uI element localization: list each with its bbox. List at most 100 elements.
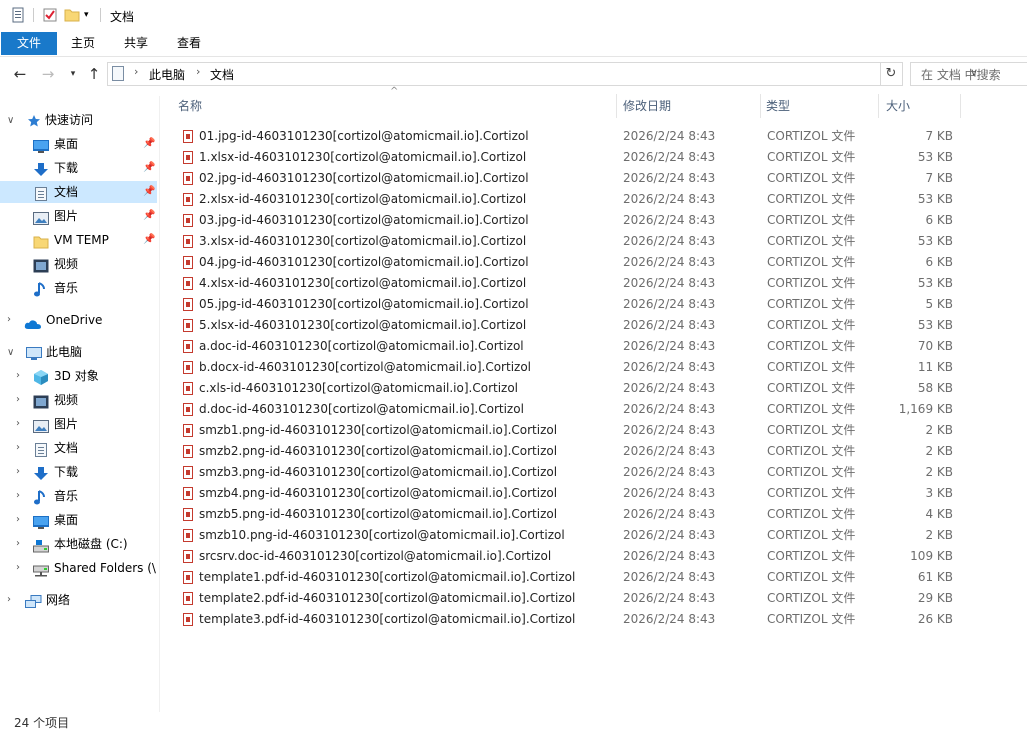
up-arrow-icon[interactable]: ↑: [84, 62, 104, 86]
nav-item-downloads[interactable]: 下载 📌: [0, 157, 157, 179]
file-row[interactable]: smzb1.png-id-4603101230[cortizol@atomicm…: [170, 420, 970, 441]
file-name: 2.xlsx-id-4603101230[cortizol@atomicmail…: [199, 192, 527, 206]
nav-item-documents[interactable]: 文档 📌: [0, 181, 157, 203]
file-row[interactable]: 05.jpg-id-4603101230[cortizol@atomicmail…: [170, 294, 970, 315]
file-row[interactable]: smzb4.png-id-4603101230[cortizol@atomicm…: [170, 483, 970, 504]
file-name: 4.xlsx-id-4603101230[cortizol@atomicmail…: [199, 276, 527, 290]
file-row[interactable]: smzb3.png-id-4603101230[cortizol@atomicm…: [170, 462, 970, 483]
file-row[interactable]: 2.xlsx-id-4603101230[cortizol@atomicmail…: [170, 189, 970, 210]
tab-share[interactable]: 共享: [116, 32, 156, 55]
nav-item-downloads-pc[interactable]: › 下载: [0, 461, 157, 483]
tab-file[interactable]: 文件: [1, 32, 57, 55]
pane-divider[interactable]: [159, 96, 160, 712]
nav-item-music-pc[interactable]: › 音乐: [0, 485, 157, 507]
file-type: CORTIZOL 文件: [767, 297, 856, 311]
nav-item-pictures-pc[interactable]: › 图片: [0, 413, 157, 435]
nav-item-local-disk[interactable]: › 本地磁盘 (C:): [0, 533, 157, 555]
file-row[interactable]: template3.pdf-id-4603101230[cortizol@ato…: [170, 609, 970, 630]
column-header-size[interactable]: 大小: [886, 94, 910, 118]
refresh-icon[interactable]: ↻: [880, 62, 903, 86]
file-name: d.doc-id-4603101230[cortizol@atomicmail.…: [199, 402, 524, 416]
search-input[interactable]: 在 文档 中搜索: [910, 62, 1027, 86]
recent-locations-icon[interactable]: ▾: [63, 62, 83, 86]
file-row[interactable]: 01.jpg-id-4603101230[cortizol@atomicmail…: [170, 126, 970, 147]
nav-item-videos-pc[interactable]: › 视频: [0, 389, 157, 411]
breadcrumb-documents[interactable]: 文档: [210, 66, 234, 83]
quick-access-dropdown-icon[interactable]: ▾: [84, 7, 100, 23]
column-divider[interactable]: [960, 94, 961, 118]
column-header-type[interactable]: 类型: [766, 94, 790, 118]
chevron-right-icon[interactable]: ›: [7, 309, 11, 331]
back-arrow-icon[interactable]: ←: [10, 62, 30, 86]
file-row[interactable]: 5.xlsx-id-4603101230[cortizol@atomicmail…: [170, 315, 970, 336]
tab-view[interactable]: 查看: [169, 32, 209, 55]
chevron-right-icon[interactable]: ›: [16, 533, 20, 555]
chevron-right-icon[interactable]: ›: [16, 389, 20, 411]
address-bar[interactable]: › 此电脑 › 文档 ∨: [107, 62, 978, 86]
tab-home[interactable]: 主页: [63, 32, 103, 55]
column-divider[interactable]: [760, 94, 761, 118]
nav-onedrive[interactable]: › OneDrive: [0, 309, 157, 331]
file-row[interactable]: a.doc-id-4603101230[cortizol@atomicmail.…: [170, 336, 970, 357]
properties-icon[interactable]: [10, 7, 26, 23]
column-divider[interactable]: [878, 94, 879, 118]
nav-item-documents-pc[interactable]: › 文档: [0, 437, 157, 459]
nav-quick-access[interactable]: ∨ 快速访问: [0, 109, 157, 131]
file-size: 61 KB: [917, 570, 953, 584]
file-row[interactable]: template2.pdf-id-4603101230[cortizol@ato…: [170, 588, 970, 609]
forward-arrow-icon[interactable]: →: [38, 62, 58, 86]
file-row[interactable]: 3.xlsx-id-4603101230[cortizol@atomicmail…: [170, 231, 970, 252]
file-row[interactable]: 02.jpg-id-4603101230[cortizol@atomicmail…: [170, 168, 970, 189]
pin-icon[interactable]: 📌: [143, 181, 155, 203]
chevron-right-icon[interactable]: ›: [16, 365, 20, 387]
chevron-right-icon[interactable]: ›: [16, 509, 20, 531]
file-type: CORTIZOL 文件: [767, 150, 856, 164]
nav-item-vm-temp[interactable]: VM TEMP 📌: [0, 229, 157, 251]
file-row[interactable]: 1.xlsx-id-4603101230[cortizol@atomicmail…: [170, 147, 970, 168]
breadcrumb-this-pc[interactable]: 此电脑: [149, 66, 185, 83]
checkmark-icon[interactable]: [42, 7, 58, 23]
file-row[interactable]: smzb10.png-id-4603101230[cortizol@atomic…: [170, 525, 970, 546]
chevron-right-icon[interactable]: ›: [16, 437, 20, 459]
column-header-date[interactable]: 修改日期: [623, 94, 671, 118]
nav-this-pc[interactable]: ∨ 此电脑: [0, 341, 157, 363]
nav-item-shared-folders[interactable]: › Shared Folders (\: [0, 557, 157, 579]
file-row[interactable]: b.docx-id-4603101230[cortizol@atomicmail…: [170, 357, 970, 378]
file-row[interactable]: d.doc-id-4603101230[cortizol@atomicmail.…: [170, 399, 970, 420]
nav-item-3d-objects[interactable]: › 3D 对象: [0, 365, 157, 387]
nav-item-desktop[interactable]: 桌面 📌: [0, 133, 157, 155]
chevron-right-icon[interactable]: ›: [196, 65, 200, 78]
file-row[interactable]: 04.jpg-id-4603101230[cortizol@atomicmail…: [170, 252, 970, 273]
file-row[interactable]: 4.xlsx-id-4603101230[cortizol@atomicmail…: [170, 273, 970, 294]
file-size: 11 KB: [917, 360, 953, 374]
chevron-right-icon[interactable]: ›: [7, 589, 11, 611]
chevron-right-icon[interactable]: ›: [16, 557, 20, 579]
file-row[interactable]: 03.jpg-id-4603101230[cortizol@atomicmail…: [170, 210, 970, 231]
nav-item-pictures[interactable]: 图片 📌: [0, 205, 157, 227]
chevron-right-icon[interactable]: ›: [16, 485, 20, 507]
nav-network[interactable]: › 网络: [0, 589, 157, 611]
nav-label: 下载: [54, 465, 79, 479]
pin-icon[interactable]: 📌: [143, 133, 155, 155]
pin-icon[interactable]: 📌: [143, 229, 155, 251]
file-row[interactable]: c.xls-id-4603101230[cortizol@atomicmail.…: [170, 378, 970, 399]
nav-item-desktop-pc[interactable]: › 桌面: [0, 509, 157, 531]
nav-item-music[interactable]: 音乐: [0, 277, 157, 299]
new-folder-icon[interactable]: [64, 7, 80, 23]
column-header-name[interactable]: 名称: [178, 94, 202, 118]
pin-icon[interactable]: 📌: [143, 205, 155, 227]
chevron-down-icon[interactable]: ∨: [7, 342, 14, 364]
nav-item-videos[interactable]: 视频: [0, 253, 157, 275]
pin-icon[interactable]: 📌: [143, 157, 155, 179]
file-size: 53 KB: [917, 192, 953, 206]
chevron-right-icon[interactable]: ›: [16, 413, 20, 435]
column-divider[interactable]: [616, 94, 617, 118]
file-type: CORTIZOL 文件: [767, 276, 856, 290]
chevron-right-icon[interactable]: ›: [134, 65, 138, 78]
file-row[interactable]: template1.pdf-id-4603101230[cortizol@ato…: [170, 567, 970, 588]
file-row[interactable]: smzb2.png-id-4603101230[cortizol@atomicm…: [170, 441, 970, 462]
chevron-down-icon[interactable]: ∨: [7, 110, 14, 132]
chevron-right-icon[interactable]: ›: [16, 461, 20, 483]
file-row[interactable]: srcsrv.doc-id-4603101230[cortizol@atomic…: [170, 546, 970, 567]
file-row[interactable]: smzb5.png-id-4603101230[cortizol@atomicm…: [170, 504, 970, 525]
